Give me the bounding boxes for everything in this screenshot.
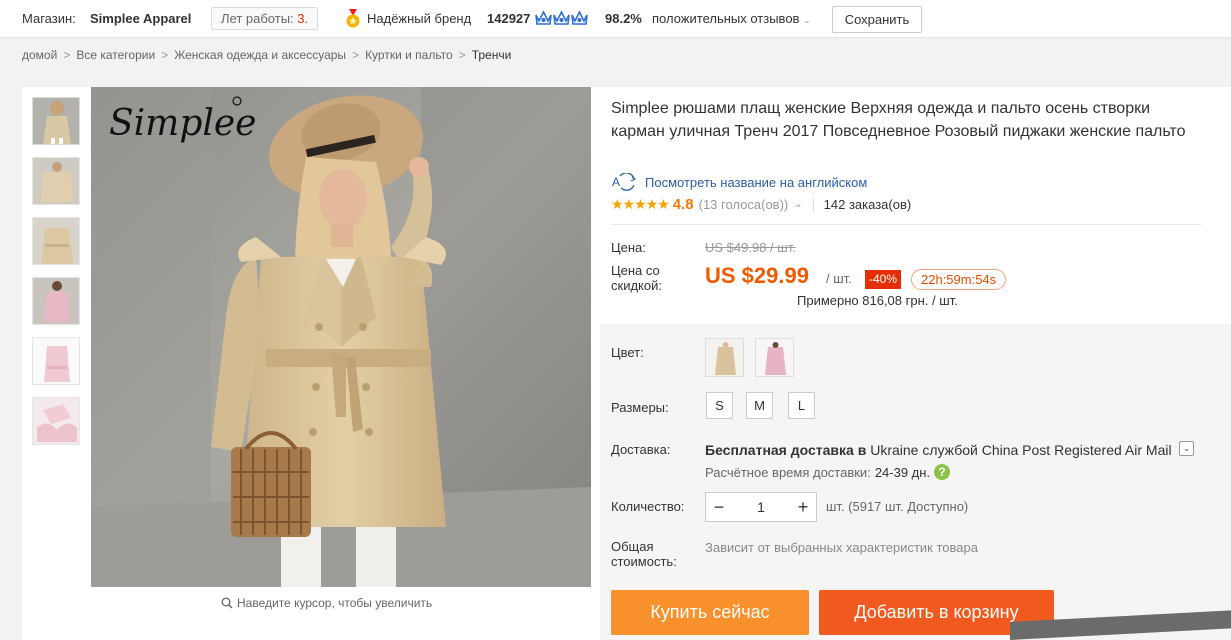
magnifier-icon [221, 597, 233, 609]
translate-icon: A [612, 173, 637, 191]
quantity-increase-button[interactable]: + [790, 497, 816, 518]
breadcrumb: домой > Все категории > Женская одежда и… [22, 48, 511, 62]
orders-count: 142 заказа(ов) [823, 197, 912, 212]
thumbnail-3[interactable] [32, 217, 80, 265]
thumbnail-1[interactable] [32, 97, 80, 145]
view-english-title-text: Посмотреть название на английском [645, 174, 868, 190]
positive-percent: 98.2% [605, 11, 642, 26]
shipping-label: Доставка: [611, 442, 671, 457]
thumbnail-5[interactable] [32, 337, 80, 385]
star-rating-icon: ★★★★★ [611, 196, 670, 212]
divider [812, 197, 814, 212]
shipping-options-dropdown[interactable]: ⌄ [1179, 441, 1194, 456]
approx-local-price: Примерно 816,08 грн. / шт. [797, 293, 958, 308]
countdown-timer: 22h:59m:54s [911, 269, 1007, 290]
crown-badges [535, 10, 588, 26]
original-price: US $49.98 / шт. [705, 240, 796, 255]
thumbnail-6[interactable] [32, 397, 80, 445]
product-title: Simplee рюшами плащ женские Верхняя одеж… [611, 100, 1186, 140]
price-label: Цена: [611, 240, 646, 255]
discount-badge: -40% [865, 270, 902, 289]
divider [611, 224, 1201, 225]
breadcrumb-separator: > [161, 48, 169, 62]
thumbnail-4[interactable] [32, 277, 80, 325]
store-label: Магазин: [22, 11, 76, 26]
store-bar: Магазин: Simplee Apparel Лет работы: 3. … [0, 0, 1231, 38]
total-price-label: Общая стоимость: [611, 539, 677, 569]
years-value: 3 [297, 11, 305, 26]
positive-feedback-dropdown[interactable]: положительных отзывов ⌄ [652, 11, 811, 26]
crown-icon [571, 10, 588, 25]
quantity-input[interactable]: 1 [732, 499, 790, 515]
shipping-method: Бесплатная доставка в Ukraine службой Ch… [705, 442, 1172, 458]
crown-icon [553, 10, 570, 25]
crown-icon [535, 10, 552, 25]
thumbnail-list [32, 97, 82, 457]
zoom-hint-text: Наведите курсор, чтобы увеличить [237, 596, 433, 610]
svg-text:A: A [612, 175, 620, 189]
chevron-down-icon: ⌄ [1182, 443, 1191, 453]
delivery-label: Расчётное время доставки: [705, 464, 871, 480]
zoom-hint: Наведите курсор, чтобы увеличить [221, 596, 432, 610]
rating-value: 4.8 [672, 196, 694, 213]
save-store-button[interactable]: Сохранить [832, 6, 922, 33]
delivery-time: Расчётное время доставки: 24-39 дн. ? [705, 464, 951, 480]
breadcrumb-current: Тренчи [471, 48, 512, 62]
votes-dropdown[interactable]: (13 голоса(ов)) [699, 197, 789, 212]
quantity-decrease-button[interactable]: − [706, 497, 732, 518]
positive-feedback-label: положительных отзывов [652, 11, 800, 26]
size-option-l[interactable]: L [788, 392, 815, 419]
help-icon[interactable]: ? [934, 464, 951, 480]
quantity-stepper: − 1 + [705, 492, 817, 522]
years-dot: . [304, 11, 309, 26]
free-shipping-text: Бесплатная доставка в [705, 442, 867, 458]
size-option-m[interactable]: M [746, 392, 773, 419]
buy-now-button[interactable]: Купить сейчас [611, 590, 809, 635]
available-stock: шт. (5917 шт. Доступно) [826, 499, 969, 514]
discount-price-label: Цена со скидкой: [611, 263, 662, 293]
breadcrumb-separator: > [352, 48, 360, 62]
size-option-s[interactable]: S [706, 392, 733, 419]
breadcrumb-womens-clothing[interactable]: Женская одежда и аксессуары [174, 48, 346, 62]
size-label: Размеры: [611, 400, 669, 415]
chevron-down-icon: ⌄ [803, 15, 811, 25]
simplee-logo: Simplee [109, 103, 256, 144]
chevron-down-icon: ⌄ [794, 199, 803, 210]
price-unit: / шт. [826, 271, 852, 286]
shipping-carrier: Ukraine службой China Post Registered Ai… [870, 442, 1172, 458]
breadcrumb-separator: > [63, 48, 71, 62]
total-price-value: Зависит от выбранных характеристик товар… [705, 540, 978, 555]
store-name-link[interactable]: Simplee Apparel [90, 11, 191, 26]
years-badge: Лет работы: 3. [211, 7, 319, 30]
breadcrumb-all-categories[interactable]: Все категории [76, 48, 155, 62]
color-swatch-pink[interactable] [755, 338, 794, 377]
thumbnail-2[interactable] [32, 157, 80, 205]
breadcrumb-jackets[interactable]: Куртки и пальто [365, 48, 453, 62]
trusted-brand-label: Надёжный бренд [367, 11, 472, 26]
discount-price: US $29.99 [705, 263, 809, 288]
breadcrumb-home[interactable]: домой [22, 48, 57, 62]
breadcrumb-separator: > [458, 48, 466, 62]
delivery-days: 24-39 дн. [874, 464, 931, 480]
rating-row: ★★★★★ 4.8 (13 голоса(ов)) ⌄ 142 заказа(о… [611, 196, 911, 213]
medal-icon [346, 9, 360, 28]
years-label: Лет работы: [221, 11, 294, 26]
view-english-title-link[interactable]: A Посмотреть название на английском [611, 173, 867, 191]
product-card: Simplee Наведите курсор, чтобы увеличить… [22, 87, 1231, 640]
product-main-image[interactable]: Simplee [91, 87, 591, 587]
quantity-label: Количество: [611, 499, 685, 514]
color-swatch-khaki[interactable] [705, 338, 744, 377]
color-label: Цвет: [611, 345, 644, 360]
store-score: 142927 [487, 11, 531, 26]
